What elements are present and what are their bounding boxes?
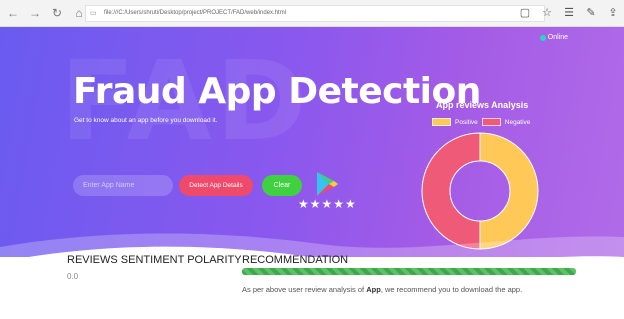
share-icon[interactable]: ⇪ xyxy=(606,5,620,21)
clear-button[interactable]: Clear xyxy=(262,175,302,196)
pen-icon[interactable]: ✎ xyxy=(584,5,598,21)
legend-label-negative: Negative xyxy=(504,118,531,126)
online-dot-icon xyxy=(539,34,546,41)
favorite-star-icon[interactable]: ☆ xyxy=(540,5,554,21)
sentiment-heading: REVIEWS SENTIMENT POLARITY xyxy=(67,254,242,266)
recommendation-text: As per above user review analysis of App… xyxy=(242,285,522,294)
recommendation-bar xyxy=(242,268,576,275)
recommendation-app-name: App xyxy=(366,285,381,294)
favorites-list-icon[interactable]: ☰ xyxy=(562,5,576,21)
online-status: Online xyxy=(539,34,568,41)
rating-stars: ★★★★★ xyxy=(298,197,357,211)
address-bar[interactable]: ▭ file:///C:/Users/shruti/Desktop/projec… xyxy=(85,5,545,22)
page-title: Fraud App Detection xyxy=(73,71,481,112)
address-text: file:///C:/Users/shruti/Desktop/project/… xyxy=(104,10,287,16)
page-subtitle: Get to know about an app before you down… xyxy=(74,117,218,124)
back-icon[interactable]: ← xyxy=(4,4,22,22)
recommendation-text-after: , we recommend you to download the app. xyxy=(380,285,523,294)
recommendation-heading: RECOMMENDATION xyxy=(242,254,349,266)
browser-toolbar: ← → ↻ ⌂ ▭ file:///C:/Users/shruti/Deskto… xyxy=(0,0,624,27)
play-store-icon[interactable] xyxy=(315,171,339,197)
reading-view-icon[interactable]: ▢ xyxy=(518,5,532,21)
legend-swatch-negative xyxy=(481,118,501,126)
app-name-input[interactable] xyxy=(73,175,173,196)
forward-icon[interactable]: → xyxy=(26,4,44,22)
hero-section: FAD Online Fraud App Detection Get to kn… xyxy=(0,27,624,257)
refresh-icon[interactable]: ↻ xyxy=(48,4,66,22)
legend-swatch-positive xyxy=(432,118,451,126)
recommendation-text-before: As per above user review analysis of xyxy=(242,285,365,294)
sentiment-value: 0.0 xyxy=(67,272,79,281)
hero-wave xyxy=(0,233,624,257)
file-icon: ▭ xyxy=(90,10,97,17)
detect-app-details-button[interactable]: Detect App Details xyxy=(179,175,253,196)
chart-title: App reviews Analysis xyxy=(436,100,529,110)
chart-legend: Positive Negative xyxy=(432,118,530,126)
legend-label-positive: Positive xyxy=(455,118,478,126)
online-label: Online xyxy=(547,34,568,41)
